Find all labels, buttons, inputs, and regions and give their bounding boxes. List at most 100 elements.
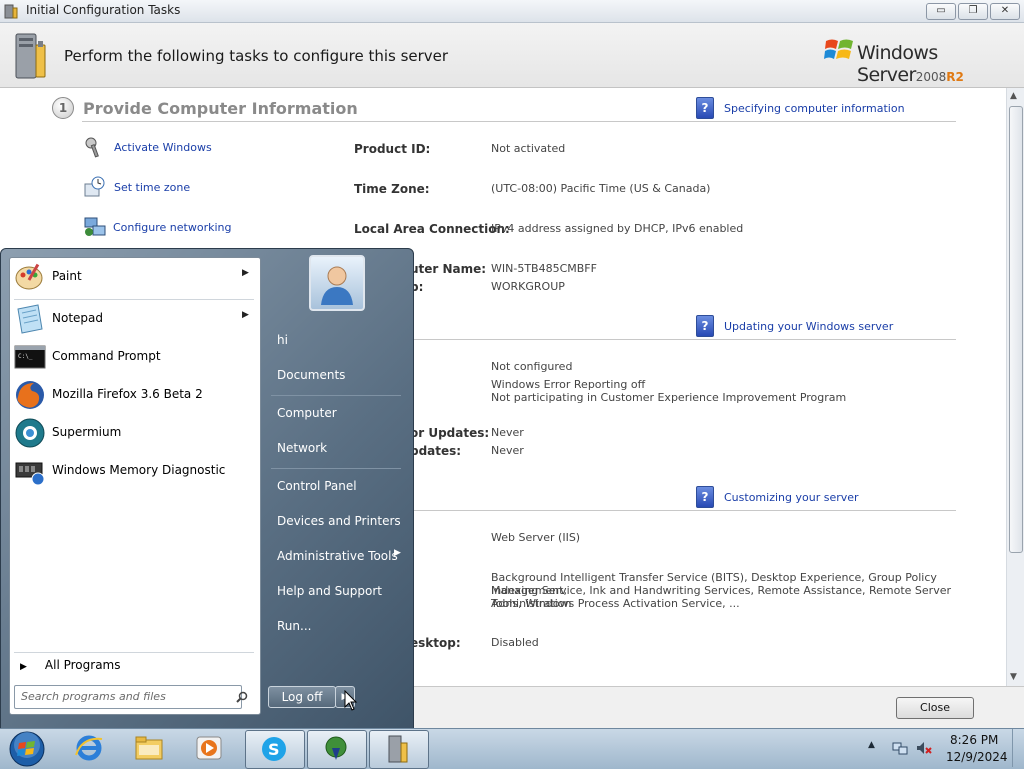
scroll-down-icon[interactable]: ▼	[1010, 672, 1017, 682]
program-label: Supermium	[52, 425, 122, 439]
key-icon	[85, 137, 99, 158]
program-label: Windows Memory Diagnostic	[52, 463, 226, 477]
taskbar-skype[interactable]: S	[245, 730, 305, 769]
search-icon[interactable]	[236, 691, 248, 703]
taskbar-media-player[interactable]	[181, 730, 239, 767]
start-control-panel[interactable]: Control Panel	[277, 479, 357, 493]
paint-icon	[15, 263, 43, 290]
start-administrative-tools[interactable]: Administrative Tools	[277, 549, 398, 563]
windows-server-logo: Windows Server2008R2	[857, 42, 1024, 86]
installed-updates-value: Never	[491, 444, 524, 457]
workgroup-value: WORKGROUP	[491, 280, 565, 293]
logo-version: 2008	[915, 70, 947, 84]
globe-download-icon	[325, 736, 347, 760]
title-bar[interactable]: Initial Configuration Tasks ▭ ❐ ✕	[0, 0, 1024, 23]
server-icon	[15, 33, 46, 79]
window-header: Perform the following tasks to configure…	[0, 23, 1024, 88]
svg-text:S: S	[268, 740, 280, 759]
taskbar-ie[interactable]	[61, 730, 119, 767]
roles-value: Web Server (IIS)	[491, 531, 581, 544]
help-book-icon[interactable]: ?	[696, 486, 714, 508]
start-documents[interactable]: Documents	[277, 368, 345, 382]
start-menu: Paint ▶ Notepad ▶ C:\_ Command Prompt Mo…	[0, 248, 414, 730]
svg-text:C:\_: C:\_	[18, 353, 33, 360]
checked-updates-value: Never	[491, 426, 524, 439]
set-time-zone-link[interactable]: Set time zone	[114, 181, 190, 194]
product-id-value: Not activated	[491, 142, 566, 155]
start-devices-printers[interactable]: Devices and Printers	[277, 514, 401, 528]
network-icon	[84, 217, 106, 236]
product-id-label: Product ID:	[354, 142, 431, 156]
admin-tools-arrow-icon: ▶	[394, 548, 401, 558]
features-line-3: Tools, Windows Process Activation Servic…	[491, 597, 740, 610]
start-computer[interactable]: Computer	[277, 406, 337, 420]
remote-desktop-value: Disabled	[491, 636, 539, 649]
all-programs-button[interactable]: ▶ All Programs	[20, 658, 121, 672]
section-divider	[82, 121, 956, 122]
program-notepad[interactable]: Notepad ▶	[10, 301, 260, 337]
computer-name-label: uter Name:	[410, 262, 487, 276]
ceip-value: Not participating in Customer Experience…	[491, 391, 847, 404]
show-hidden-icons-button[interactable]: ▲	[868, 740, 875, 750]
user-avatar[interactable]	[309, 255, 365, 311]
section-divider	[412, 339, 956, 340]
clock-date[interactable]: 12/9/2024	[946, 750, 1008, 764]
start-button-icon[interactable]	[8, 730, 46, 768]
updates-status-value: Not configured	[491, 360, 573, 373]
program-label: Mozilla Firefox 3.6 Beta 2	[52, 387, 203, 401]
configure-networking-link[interactable]: Configure networking	[113, 221, 232, 234]
server-tools-icon	[4, 4, 18, 19]
program-command-prompt[interactable]: C:\_ Command Prompt	[10, 339, 260, 375]
all-programs-arrow-icon: ▶	[20, 662, 27, 672]
menu-separator	[271, 395, 401, 396]
network-tray-icon[interactable]	[892, 740, 908, 756]
help-link-computer-info[interactable]: Specifying computer information	[724, 102, 905, 115]
scroll-thumb[interactable]	[1009, 106, 1023, 553]
search-placeholder: Search programs and files	[21, 690, 166, 703]
minimize-button[interactable]: ▭	[926, 3, 956, 20]
scroll-up-icon[interactable]: ▲	[1010, 91, 1017, 101]
search-programs-input[interactable]: Search programs and files	[14, 685, 248, 709]
help-book-icon[interactable]: ?	[696, 97, 714, 119]
user-icon	[321, 266, 353, 305]
help-link-customizing[interactable]: Customizing your server	[724, 491, 859, 504]
help-book-icon[interactable]: ?	[696, 315, 714, 337]
help-link-updating[interactable]: Updating your Windows server	[724, 320, 893, 333]
start-network[interactable]: Network	[277, 441, 327, 455]
vertical-scrollbar[interactable]: ▲ ▼	[1006, 88, 1024, 686]
memory-icon	[15, 462, 45, 486]
program-memory-diagnostic[interactable]: Windows Memory Diagnostic	[10, 453, 260, 489]
menu-separator	[271, 468, 401, 469]
installed-updates-label: pdates:	[410, 444, 462, 458]
volume-muted-icon[interactable]	[916, 740, 932, 756]
program-supermium[interactable]: Supermium	[10, 415, 260, 451]
show-desktop-button[interactable]	[1012, 729, 1024, 767]
start-run[interactable]: Run...	[277, 619, 311, 633]
cmd-icon: C:\_	[14, 345, 46, 369]
header-text: Perform the following tasks to configure…	[64, 47, 449, 65]
error-reporting-value: Windows Error Reporting off	[491, 378, 646, 391]
computer-name-value: WIN-5TB485CMBFF	[491, 262, 597, 275]
notepad-icon	[17, 304, 43, 334]
program-firefox[interactable]: Mozilla Firefox 3.6 Beta 2	[10, 377, 260, 413]
server-tools-icon	[388, 735, 408, 763]
restore-button[interactable]: ❐	[958, 3, 988, 20]
program-label: Notepad	[52, 311, 103, 325]
program-label: Command Prompt	[52, 349, 161, 363]
window-title: Initial Configuration Tasks	[26, 3, 181, 17]
section-divider	[412, 510, 956, 511]
submenu-arrow-icon: ▶	[242, 268, 249, 278]
clock-time[interactable]: 8:26 PM	[950, 733, 998, 747]
close-button[interactable]: Close	[896, 697, 974, 719]
all-programs-label: All Programs	[44, 658, 121, 672]
taskbar-explorer[interactable]	[121, 730, 179, 767]
taskbar-initial-config[interactable]	[369, 730, 429, 769]
program-label: Paint	[52, 269, 82, 283]
log-off-button[interactable]: Log off	[268, 686, 336, 708]
close-window-button[interactable]: ✕	[990, 3, 1020, 20]
start-help-support[interactable]: Help and Support	[277, 584, 382, 598]
taskbar-download-manager[interactable]	[307, 730, 367, 769]
start-user-folder[interactable]: hi	[277, 333, 288, 347]
program-paint[interactable]: Paint ▶	[10, 259, 260, 295]
activate-windows-link[interactable]: Activate Windows	[114, 141, 212, 154]
